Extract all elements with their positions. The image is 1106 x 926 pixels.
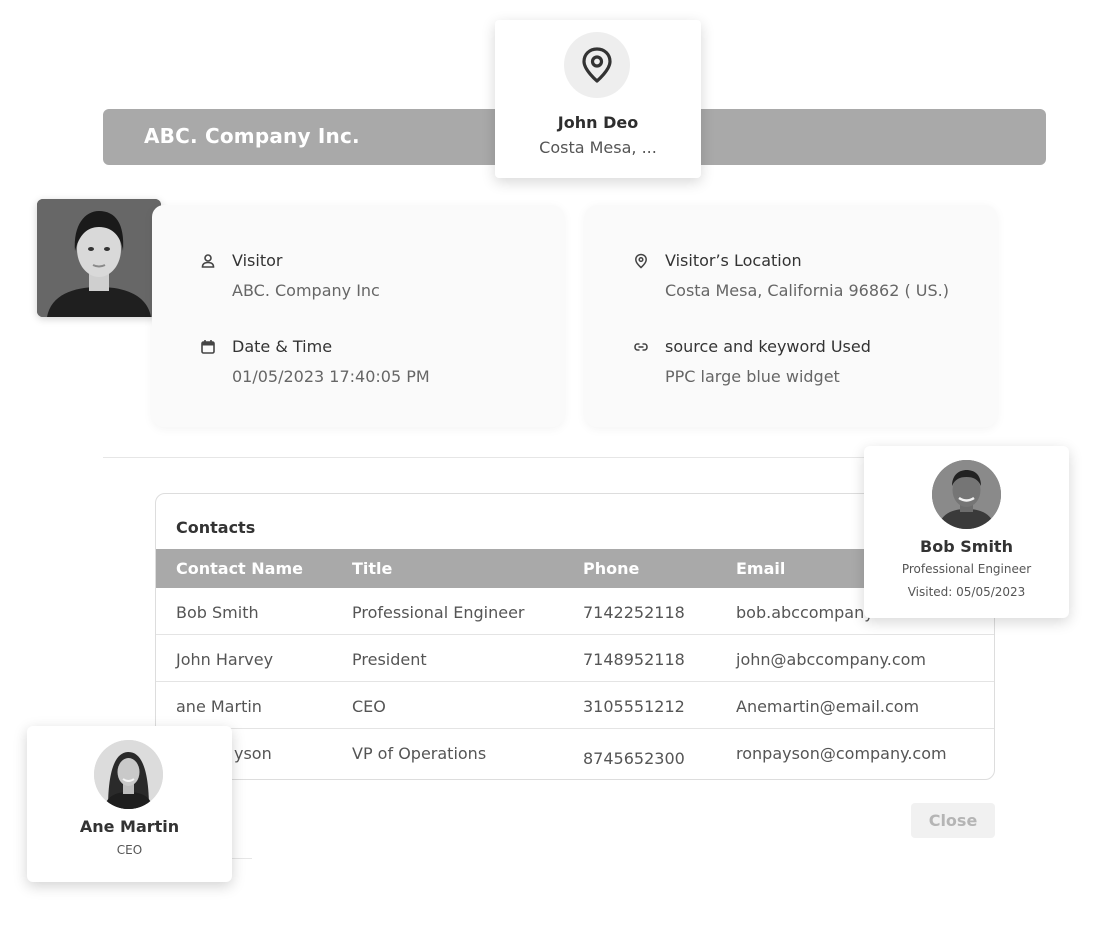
cell-name: ane Martin xyxy=(176,697,262,716)
visit-info-card-right: Visitor’s Location Costa Mesa, Californi… xyxy=(585,205,997,427)
cell-name: John Harvey xyxy=(176,650,274,669)
cell-email[interactable]: john@abccompany.com xyxy=(736,650,926,669)
cell-email[interactable]: ronpayson@company.com xyxy=(736,744,947,763)
column-header-phone[interactable]: Phone xyxy=(583,559,639,578)
visit-info-card-left: Visitor ABC. Company Inc Date & Time 01/… xyxy=(152,205,564,427)
visitor-photo xyxy=(37,199,161,317)
column-header-email[interactable]: Email xyxy=(736,559,785,578)
cell-title: CEO xyxy=(352,697,386,716)
column-header-contact-name[interactable]: Contact Name xyxy=(176,559,303,578)
ane-card-name: Ane Martin xyxy=(79,817,180,836)
company-title: ABC. Company Inc. xyxy=(144,124,360,148)
bob-card-visited: Visited: 05/05/2023 xyxy=(907,585,1026,599)
cell-title: President xyxy=(352,650,427,669)
table-row[interactable]: yson VP of Operations 8745652300 ronpays… xyxy=(156,729,994,776)
section-divider xyxy=(230,858,252,859)
table-row[interactable]: John Harvey President 7148952118 john@ab… xyxy=(156,635,994,682)
location-card-name: John Deo xyxy=(557,113,639,132)
source-value: PPC large blue widget xyxy=(665,367,840,386)
cell-phone: 3105551212 xyxy=(583,697,685,716)
table-row[interactable]: ane Martin CEO 3105551212 Anemartin@emai… xyxy=(156,682,994,729)
map-pin-icon xyxy=(564,32,630,98)
cell-title: Professional Engineer xyxy=(352,603,525,622)
ane-card-title: CEO xyxy=(116,843,143,857)
location-card-subtitle: Costa Mesa, ... xyxy=(539,138,657,157)
avatar xyxy=(932,460,1001,529)
location-card[interactable]: John Deo Costa Mesa, ... xyxy=(495,20,701,178)
section-divider xyxy=(103,457,893,458)
column-header-title[interactable]: Title xyxy=(352,559,392,578)
bob-smith-card[interactable]: Bob Smith Professional Engineer Visited:… xyxy=(864,446,1069,618)
visitor-label: Visitor xyxy=(232,251,283,270)
ane-martin-card[interactable]: Ane Martin CEO xyxy=(27,726,232,882)
visitor-value: ABC. Company Inc xyxy=(232,281,380,300)
cell-phone: 7148952118 xyxy=(583,650,685,669)
calendar-icon xyxy=(201,340,215,354)
cell-title: VP of Operations xyxy=(352,744,487,763)
cell-phone: 8745652300 xyxy=(583,749,685,768)
location-label: Visitor’s Location xyxy=(665,251,802,270)
close-button[interactable]: Close xyxy=(911,803,995,838)
date-time-value: 01/05/2023 17:40:05 PM xyxy=(232,367,430,386)
cell-name: Bob Smith xyxy=(176,603,259,622)
location-value: Costa Mesa, California 96862 ( US.) xyxy=(665,281,949,300)
cell-name: yson xyxy=(234,744,272,763)
map-pin-icon xyxy=(635,253,647,269)
avatar xyxy=(94,740,163,809)
date-time-label: Date & Time xyxy=(232,337,333,356)
bob-card-name: Bob Smith xyxy=(920,537,1013,556)
contacts-title: Contacts xyxy=(176,518,256,537)
cell-phone: 7142252118 xyxy=(583,603,685,622)
bob-card-title: Professional Engineer xyxy=(901,562,1032,576)
link-icon xyxy=(634,343,648,351)
source-label: source and keyword Used xyxy=(665,337,871,356)
cell-email[interactable]: Anemartin@email.com xyxy=(736,697,919,716)
user-icon xyxy=(201,254,215,268)
